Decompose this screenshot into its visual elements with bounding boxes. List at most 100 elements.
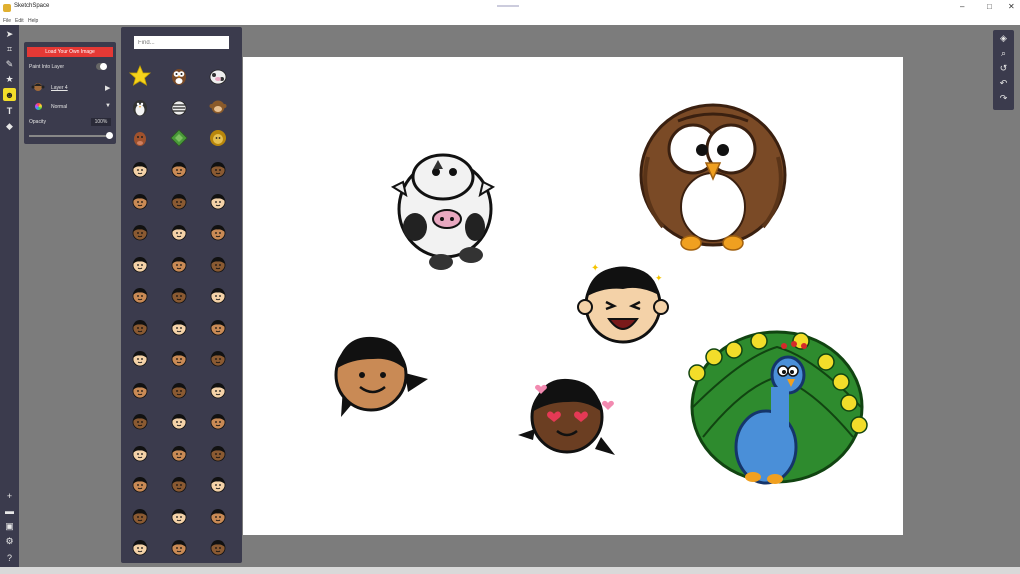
layer-expand-arrow-icon[interactable]: ▶ <box>105 84 110 92</box>
menu-edit[interactable]: Edit <box>15 18 24 24</box>
help-icon: ? <box>6 552 12 563</box>
text-tool[interactable]: T <box>3 104 16 117</box>
sticker-penguin[interactable] <box>128 95 152 119</box>
sticker-face[interactable] <box>167 409 191 433</box>
sticker-face[interactable] <box>167 535 191 559</box>
sticker-face[interactable] <box>167 504 191 528</box>
sticker-face[interactable] <box>206 189 230 213</box>
sticker-face[interactable] <box>167 378 191 402</box>
save-button[interactable]: ▣ <box>3 520 16 533</box>
history-button[interactable]: ↺ <box>997 62 1010 75</box>
minimize-button[interactable]: – <box>960 2 964 12</box>
sticker-face[interactable] <box>128 283 152 307</box>
sticker-face[interactable] <box>206 157 230 181</box>
sticker-search-input[interactable] <box>134 36 229 49</box>
fill-bucket-icon: ◆ <box>6 121 13 131</box>
sticker-face[interactable] <box>128 535 152 559</box>
sticker-face[interactable] <box>206 315 230 339</box>
canvas-owl-sticker[interactable] <box>639 103 787 251</box>
drawing-canvas[interactable]: ✦ ✦ <box>243 57 903 535</box>
sticker-face[interactable] <box>167 346 191 370</box>
sticker-tool[interactable]: ☻ <box>3 88 16 101</box>
crop-tool[interactable]: ⌗ <box>3 43 16 56</box>
sticker-face[interactable] <box>206 378 230 402</box>
undo-button[interactable]: ↶ <box>997 77 1010 90</box>
help-button[interactable]: ? <box>3 551 16 564</box>
sticker-face[interactable] <box>206 441 230 465</box>
svg-text:✦: ✦ <box>655 273 663 283</box>
sticker-face[interactable] <box>167 252 191 276</box>
fill-tool[interactable]: ◆ <box>3 120 16 133</box>
new-page-button[interactable]: ▬ <box>3 504 16 517</box>
sticker-face[interactable] <box>206 220 230 244</box>
sticker-face[interactable] <box>206 409 230 433</box>
close-button[interactable]: ✕ <box>1008 2 1015 12</box>
sticker-face[interactable] <box>128 252 152 276</box>
sticker-face[interactable] <box>128 315 152 339</box>
canvas-cow-sticker[interactable] <box>390 153 496 270</box>
sticker-face[interactable] <box>128 472 152 496</box>
layer-name[interactable]: Layer 4 <box>51 85 68 91</box>
sticker-turtle[interactable] <box>167 126 191 150</box>
plus-icon: + <box>6 490 13 501</box>
settings-button[interactable]: ⚙ <box>3 535 16 548</box>
sticker-face[interactable] <box>167 315 191 339</box>
sticker-face[interactable] <box>206 346 230 370</box>
sticker-face[interactable] <box>167 157 191 181</box>
redo-button[interactable]: ↷ <box>997 92 1010 105</box>
sticker-face[interactable] <box>167 441 191 465</box>
brush-icon: ✎ <box>5 59 14 69</box>
opacity-slider-handle[interactable] <box>106 132 113 139</box>
sticker-lion[interactable] <box>206 126 230 150</box>
text-icon: T <box>6 105 13 116</box>
star-tool[interactable]: ★ <box>3 73 16 86</box>
sticker-face[interactable] <box>128 409 152 433</box>
opacity-slider[interactable] <box>29 135 109 137</box>
sticker-face[interactable] <box>206 472 230 496</box>
canvas-smiling-girl-sticker[interactable] <box>334 336 428 417</box>
select-tool[interactable]: ➤ <box>3 28 16 41</box>
zoom-button[interactable]: ⌕ <box>997 47 1010 60</box>
brush-tool[interactable]: ✎ <box>3 58 16 71</box>
save-icon: ▣ <box>5 521 14 531</box>
add-button[interactable]: + <box>3 489 16 502</box>
sticker-face[interactable] <box>128 346 152 370</box>
layers-button[interactable]: ◈ <box>997 32 1010 45</box>
sticker-face[interactable] <box>167 472 191 496</box>
menu-bar: File Edit Help <box>0 17 1020 25</box>
sticker-face[interactable] <box>206 535 230 559</box>
sticker-face[interactable] <box>128 220 152 244</box>
sticker-face[interactable] <box>206 504 230 528</box>
sticker-face[interactable] <box>128 504 152 528</box>
sticker-face[interactable] <box>206 283 230 307</box>
chevron-down-icon[interactable]: ▼ <box>105 103 111 109</box>
color-wheel-icon[interactable] <box>35 103 42 110</box>
sticker-face[interactable] <box>128 157 152 181</box>
sticker-face[interactable] <box>167 283 191 307</box>
sticker-cow[interactable] <box>206 64 230 88</box>
sticker-face[interactable] <box>206 252 230 276</box>
sticker-face[interactable] <box>167 189 191 213</box>
sticker-zebra[interactable] <box>167 95 191 119</box>
canvas-heart-eyes-girl-sticker[interactable] <box>518 378 615 455</box>
opacity-value[interactable]: 100% <box>91 118 111 126</box>
canvas-peacock-sticker[interactable] <box>688 330 868 485</box>
sticker-face[interactable] <box>128 441 152 465</box>
paint-into-layer-toggle[interactable] <box>96 63 107 70</box>
sticker-face[interactable] <box>128 378 152 402</box>
title-drag-handle[interactable] <box>497 5 519 7</box>
menu-file[interactable]: File <box>3 18 11 24</box>
sticker-star[interactable] <box>128 64 152 88</box>
sticker-monkey[interactable] <box>206 95 230 119</box>
sticker-owl[interactable] <box>167 64 191 88</box>
sticker-face[interactable] <box>128 189 152 213</box>
smiley-icon: ☻ <box>4 89 15 100</box>
blend-mode-select[interactable]: Normal <box>51 104 67 110</box>
maximize-button[interactable]: □ <box>987 2 992 12</box>
canvas-laughing-face-sticker[interactable]: ✦ ✦ <box>577 263 669 344</box>
sticker-horse[interactable] <box>128 126 152 150</box>
menu-help[interactable]: Help <box>28 18 38 24</box>
crop-icon: ⌗ <box>6 44 13 54</box>
load-image-button[interactable]: Load Your Own Image <box>27 47 113 57</box>
sticker-face[interactable] <box>167 220 191 244</box>
